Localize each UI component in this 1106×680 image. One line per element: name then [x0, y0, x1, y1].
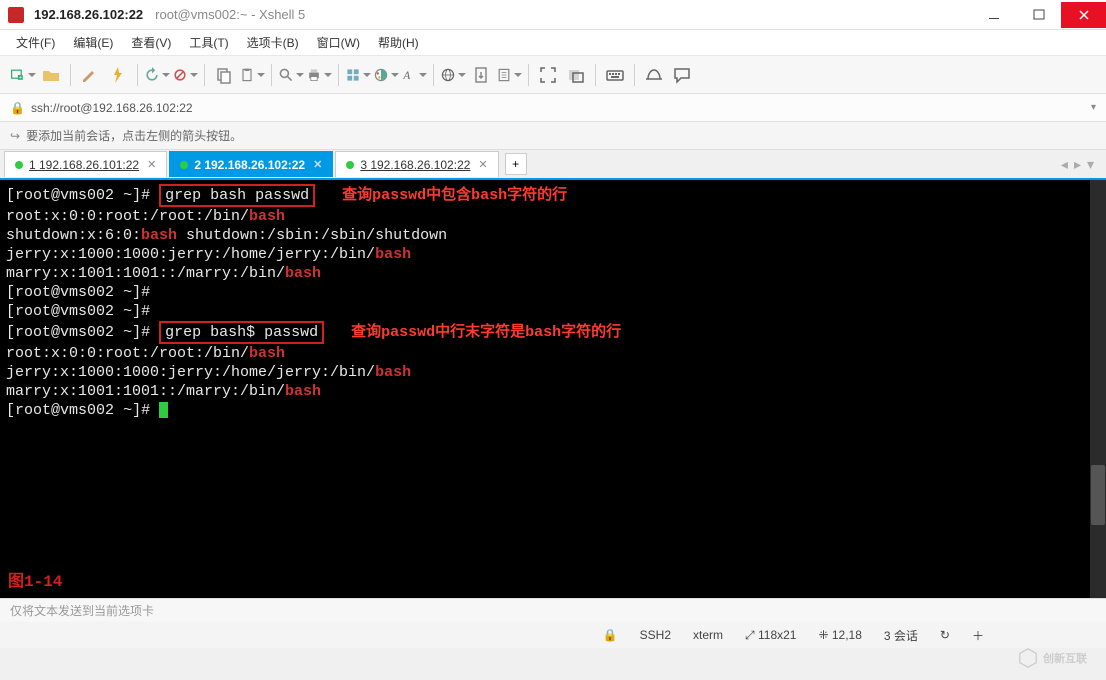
tab-bar: 1 192.168.26.101:22 ✕ 2 192.168.26.102:2… [0, 150, 1106, 180]
menu-help[interactable]: 帮助(H) [376, 32, 421, 53]
status-dot-icon [180, 161, 188, 169]
hint-arrow-icon[interactable]: ↪ [10, 129, 20, 143]
resize-icon: ⤢ [745, 628, 755, 642]
address-url: ssh://root@192.168.26.102:22 [31, 101, 193, 115]
annotation-2: 查询passwd中行末字符是bash字符的行 [351, 324, 621, 341]
status-plus-icon[interactable]: ＋ [972, 627, 984, 644]
watermark: 创新互联 [1002, 638, 1102, 678]
font-button[interactable]: A [401, 62, 427, 88]
terminal[interactable]: [root@vms002 ~]# grep bash passwd 查询pass… [0, 180, 1106, 598]
menu-view[interactable]: 查看(V) [129, 32, 173, 53]
tab-1[interactable]: 1 192.168.26.101:22 ✕ [4, 151, 167, 177]
tab-add-button[interactable]: + [505, 153, 527, 175]
disconnect-button[interactable] [172, 62, 198, 88]
color-button[interactable] [373, 62, 399, 88]
address-bar[interactable]: 🔒 ssh://root@192.168.26.102:22 ▾ [0, 94, 1106, 122]
separator [137, 64, 138, 86]
separator [634, 64, 635, 86]
paste-button[interactable] [239, 62, 265, 88]
lightning-button[interactable] [105, 62, 131, 88]
window-title-main: 192.168.26.102:22 [34, 7, 143, 22]
fullscreen-button[interactable] [535, 62, 561, 88]
menu-tabs[interactable]: 选项卡(B) [245, 32, 301, 53]
globe-button[interactable] [440, 62, 466, 88]
tunnel-button[interactable] [641, 62, 667, 88]
separator [595, 64, 596, 86]
separator [338, 64, 339, 86]
annotation-1: 查询passwd中包含bash字符的行 [342, 187, 567, 204]
menu-file[interactable]: 文件(F) [14, 32, 57, 53]
command-2-box: grep bash$ passwd [159, 321, 324, 344]
tab-next-icon[interactable]: ▸ [1074, 156, 1081, 173]
new-session-button[interactable]: + [10, 62, 36, 88]
hint-bar: ↪ 要添加当前会话，点击左侧的箭头按钮。 [0, 122, 1106, 150]
tab-label: 1 192.168.26.101:22 [29, 158, 139, 172]
tab-prev-icon[interactable]: ◂ [1061, 156, 1068, 173]
app-icon [8, 7, 24, 23]
tab-3[interactable]: 3 192.168.26.102:22 ✕ [335, 151, 498, 177]
tab-2[interactable]: 2 192.168.26.102:22 ✕ [169, 151, 333, 177]
address-dropdown-icon[interactable]: ▾ [1091, 102, 1096, 113]
keyboard-button[interactable] [602, 62, 628, 88]
separator [433, 64, 434, 86]
tab-label: 2 192.168.26.102:22 [194, 158, 305, 172]
minimize-button[interactable] [971, 2, 1016, 28]
scrollbar-thumb[interactable] [1091, 465, 1105, 525]
menu-window[interactable]: 窗口(W) [315, 32, 362, 53]
tab-menu-icon[interactable]: ▾ [1087, 156, 1094, 173]
maximize-button[interactable] [1016, 2, 1061, 28]
hint-text: 要添加当前会话，点击左侧的箭头按钮。 [26, 127, 242, 144]
tab-close-icon[interactable]: ✕ [478, 158, 487, 171]
separator [271, 64, 272, 86]
separator [528, 64, 529, 86]
status-spinner-icon: ↻ [940, 628, 950, 642]
copy-button[interactable] [211, 62, 237, 88]
separator [204, 64, 205, 86]
svg-text:A: A [402, 70, 410, 82]
tab-nav: ◂ ▸ ▾ [1061, 156, 1102, 173]
scroll-lock-button[interactable] [468, 62, 494, 88]
search-button[interactable] [278, 62, 304, 88]
compose-placeholder: 仅将文本发送到当前选项卡 [10, 602, 154, 619]
log-button[interactable] [496, 62, 522, 88]
pencil-button[interactable] [77, 62, 103, 88]
separator [70, 64, 71, 86]
tab-label: 3 192.168.26.102:22 [360, 158, 470, 172]
terminal-scrollbar[interactable] [1090, 180, 1106, 598]
tab-close-icon[interactable]: ✕ [313, 158, 322, 171]
status-protocol: SSH2 [640, 628, 671, 642]
figure-label: 图1-14 [8, 573, 62, 592]
properties-button[interactable] [345, 62, 371, 88]
titlebar: 192.168.26.102:22 root@vms002:~ - Xshell… [0, 0, 1106, 30]
reconnect-button[interactable] [144, 62, 170, 88]
status-size: 118x21 [758, 628, 796, 642]
open-session-button[interactable] [38, 62, 64, 88]
menu-edit[interactable]: 编辑(E) [71, 32, 115, 53]
transparent-button[interactable] [563, 62, 589, 88]
print-button[interactable] [306, 62, 332, 88]
status-dot-icon [15, 161, 23, 169]
command-1-box: grep bash passwd [159, 184, 315, 207]
status-lock-icon: 🔒 [603, 628, 618, 642]
lock-icon: 🔒 [10, 101, 25, 115]
terminal-cursor [159, 402, 168, 418]
status-sessions: 3 会话 [884, 627, 918, 644]
close-button[interactable] [1061, 2, 1106, 28]
menubar: 文件(F) 编辑(E) 查看(V) 工具(T) 选项卡(B) 窗口(W) 帮助(… [0, 30, 1106, 56]
tab-close-icon[interactable]: ✕ [147, 158, 156, 171]
status-dot-icon [346, 161, 354, 169]
status-term: xterm [693, 628, 723, 642]
status-position: 12,18 [832, 628, 862, 642]
svg-text:+: + [19, 75, 22, 81]
toolbar: + A [0, 56, 1106, 94]
chat-button[interactable] [669, 62, 695, 88]
position-icon: ⁜ [818, 628, 828, 642]
compose-bar[interactable]: 仅将文本发送到当前选项卡 [0, 598, 1106, 622]
window-title-sub: root@vms002:~ - Xshell 5 [155, 7, 305, 22]
window-controls [971, 2, 1106, 28]
menu-tools[interactable]: 工具(T) [187, 32, 230, 53]
status-bar: 🔒 SSH2 xterm ⤢ 118x21 ⁜ 12,18 3 会话 ↻ ＋ [0, 622, 1106, 648]
